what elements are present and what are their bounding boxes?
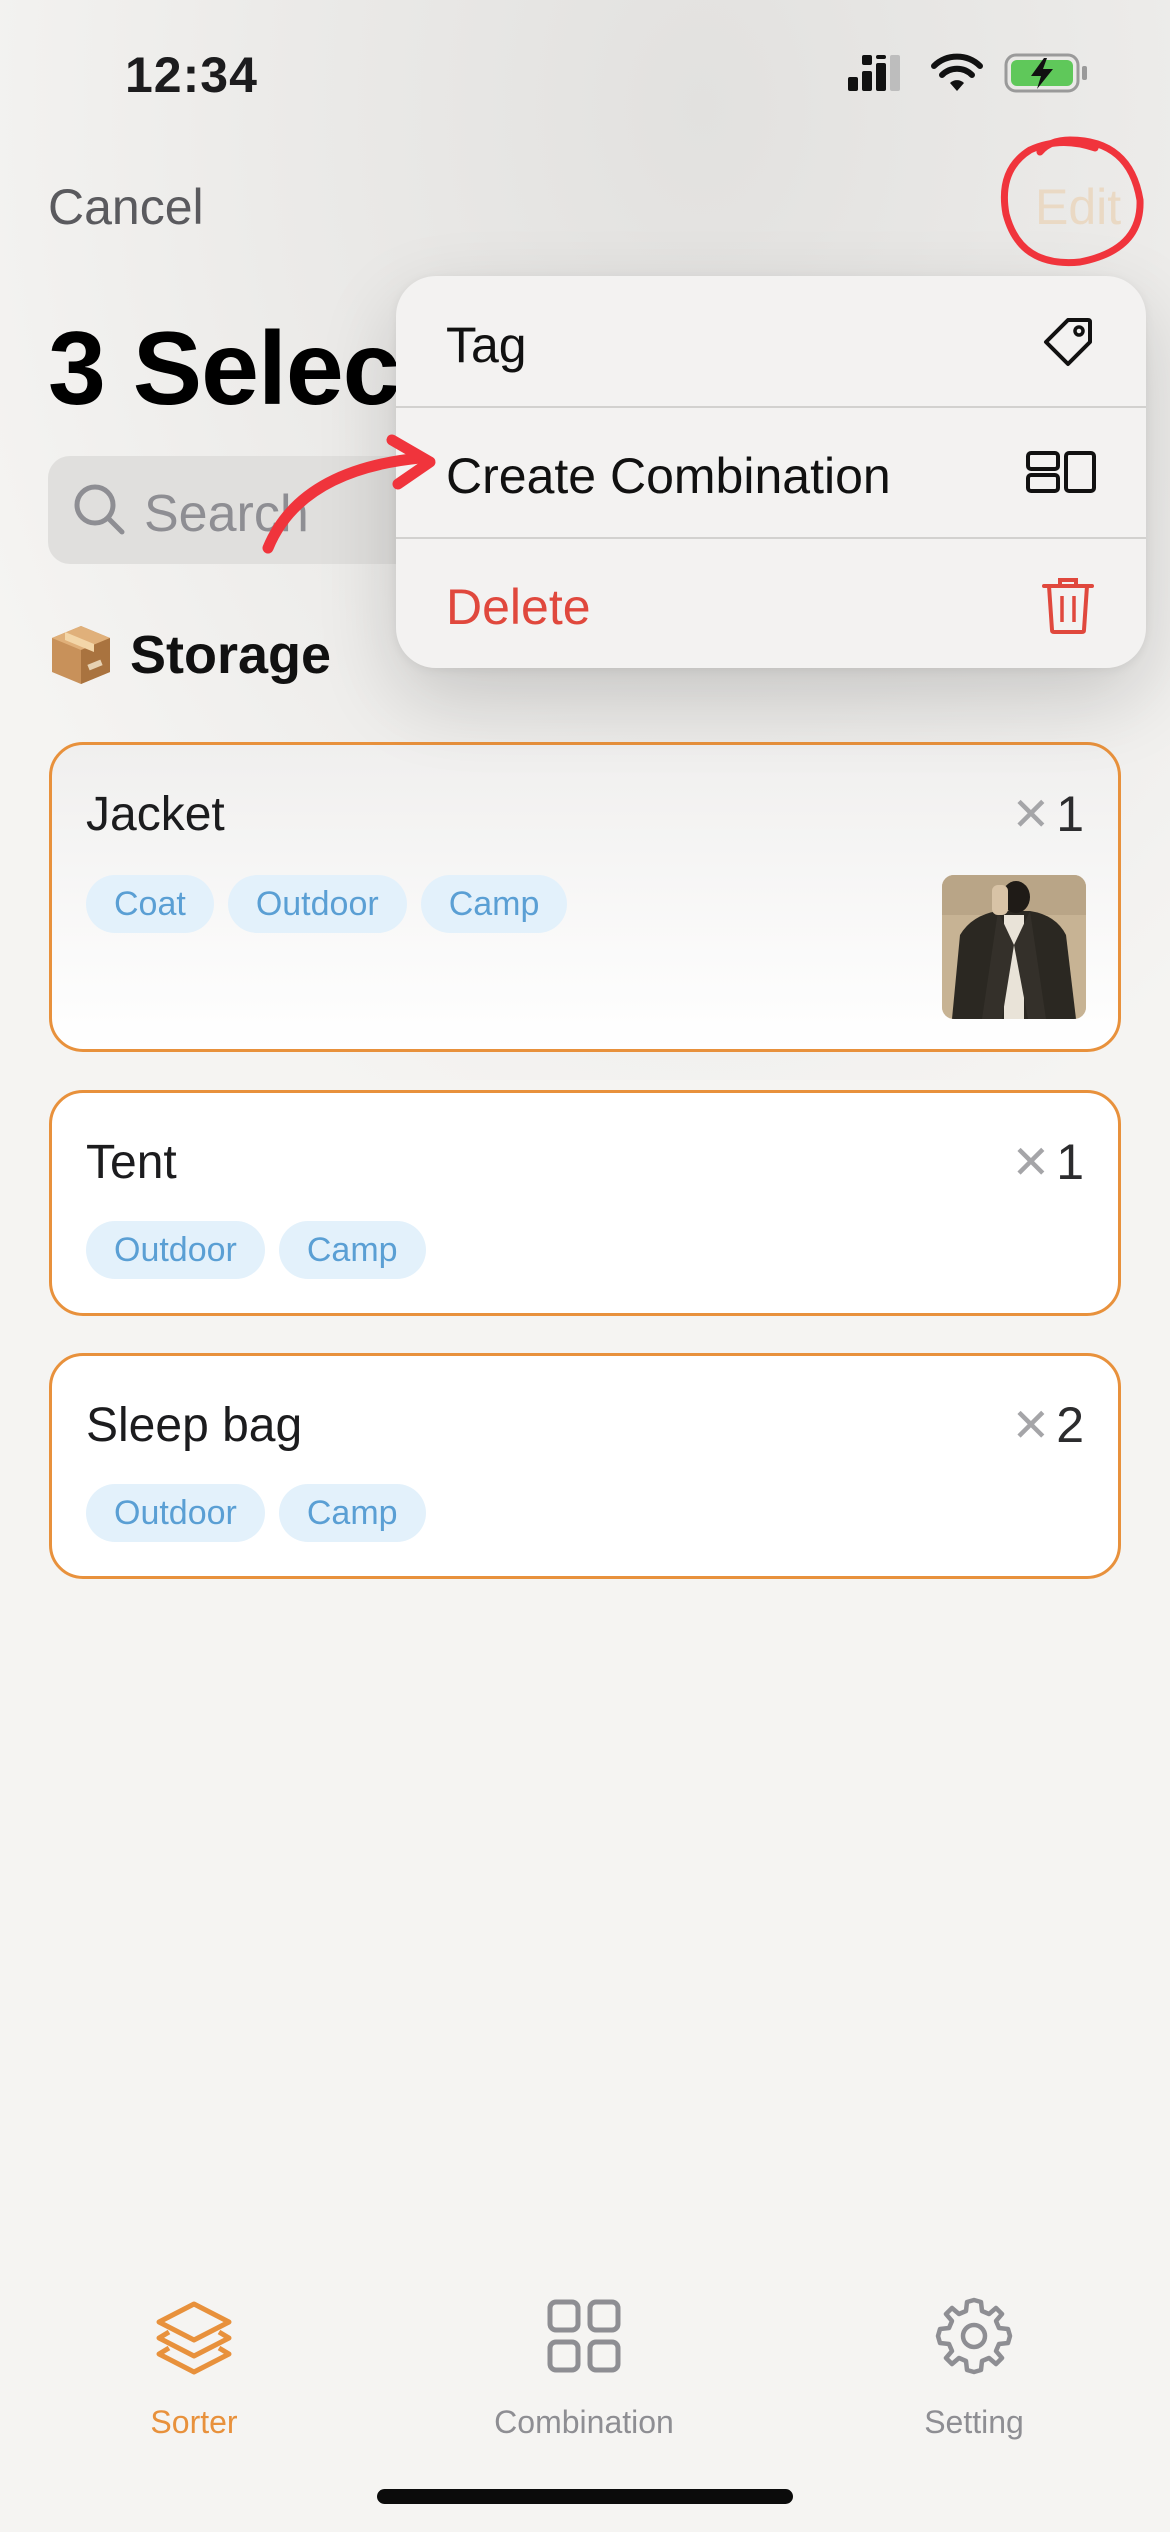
multiply-icon: ✕ xyxy=(1011,1136,1051,1188)
tag-chip: Outdoor xyxy=(227,875,407,933)
combination-icon xyxy=(1026,451,1096,493)
section-header: Storage xyxy=(48,622,331,688)
status-time: 12:34 xyxy=(125,47,258,103)
trash-icon xyxy=(1042,578,1094,634)
tag-chip: Outdoor xyxy=(86,1221,265,1279)
tab-setting[interactable]: Setting xyxy=(854,2270,1094,2470)
search-placeholder: Search xyxy=(144,485,309,543)
tag-chip: Coat xyxy=(86,875,214,933)
item-name: Tent xyxy=(86,1136,177,1189)
menu-item-label: Create Combination xyxy=(446,448,891,504)
gear-icon xyxy=(935,2297,1013,2375)
layers-icon xyxy=(156,2301,232,2375)
tab-sorter[interactable]: Sorter xyxy=(74,2270,314,2470)
tab-label: Setting xyxy=(924,2404,1024,2440)
tag-chip: Camp xyxy=(278,1221,426,1279)
status-bar: 12:34 xyxy=(0,0,1170,150)
tag-list: Outdoor Camp xyxy=(86,1484,426,1542)
menu-item-create-combination[interactable]: Create Combination xyxy=(396,407,1146,537)
item-card-sleep-bag[interactable]: Sleep bag ✕ 2 Outdoor Camp xyxy=(49,1353,1121,1579)
package-emoji-icon xyxy=(52,626,110,684)
menu-item-label: Tag xyxy=(446,317,527,373)
tag-icon xyxy=(1044,318,1092,366)
item-card-tent[interactable]: Tent ✕ 1 Outdoor Camp xyxy=(49,1090,1121,1316)
item-quantity: ✕ 2 xyxy=(1012,1396,1084,1454)
quantity-value: 1 xyxy=(1056,1134,1084,1190)
menu-item-delete[interactable]: Delete xyxy=(396,538,1146,668)
tag-list: Outdoor Camp xyxy=(86,1221,426,1279)
tag-chip: Camp xyxy=(420,875,568,933)
home-indicator xyxy=(377,2489,793,2504)
quantity-value: 1 xyxy=(1056,786,1084,842)
status-icons xyxy=(848,52,1090,94)
tag-chip: Outdoor xyxy=(86,1484,265,1542)
search-icon xyxy=(74,484,125,535)
tag-chip: Camp xyxy=(278,1484,426,1542)
tab-label: Sorter xyxy=(150,2404,238,2440)
item-quantity: ✕ 1 xyxy=(1012,1133,1084,1191)
item-card-jacket[interactable]: Jacket ✕ 1 Coat Outdoor Camp xyxy=(49,742,1121,1052)
multiply-icon: ✕ xyxy=(1011,1399,1051,1451)
battery-charging-icon xyxy=(1004,53,1087,93)
cellular-signal-icon xyxy=(848,55,900,91)
tag-list: Coat Outdoor Camp xyxy=(86,875,568,933)
tab-label: Combination xyxy=(494,2404,674,2440)
menu-item-tag[interactable]: Tag xyxy=(396,276,1146,406)
edit-button[interactable]: Edit xyxy=(1035,178,1121,236)
menu-item-label: Delete xyxy=(446,579,591,635)
item-name: Sleep bag xyxy=(86,1399,303,1452)
item-thumbnail xyxy=(942,875,1086,1019)
cancel-button[interactable]: Cancel xyxy=(48,178,204,236)
page-title: 3 Selec xyxy=(48,311,401,427)
wifi-icon xyxy=(931,53,983,91)
section-label: Storage xyxy=(130,625,332,685)
grid-icon xyxy=(547,2299,621,2373)
multiply-icon: ✕ xyxy=(1011,788,1051,840)
quantity-value: 2 xyxy=(1056,1397,1084,1453)
edit-dropdown-menu: Tag Create Combination Delete xyxy=(396,276,1146,668)
item-quantity: ✕ 1 xyxy=(1012,785,1084,843)
item-name: Jacket xyxy=(86,788,225,841)
tab-combination[interactable]: Combination xyxy=(464,2270,704,2470)
